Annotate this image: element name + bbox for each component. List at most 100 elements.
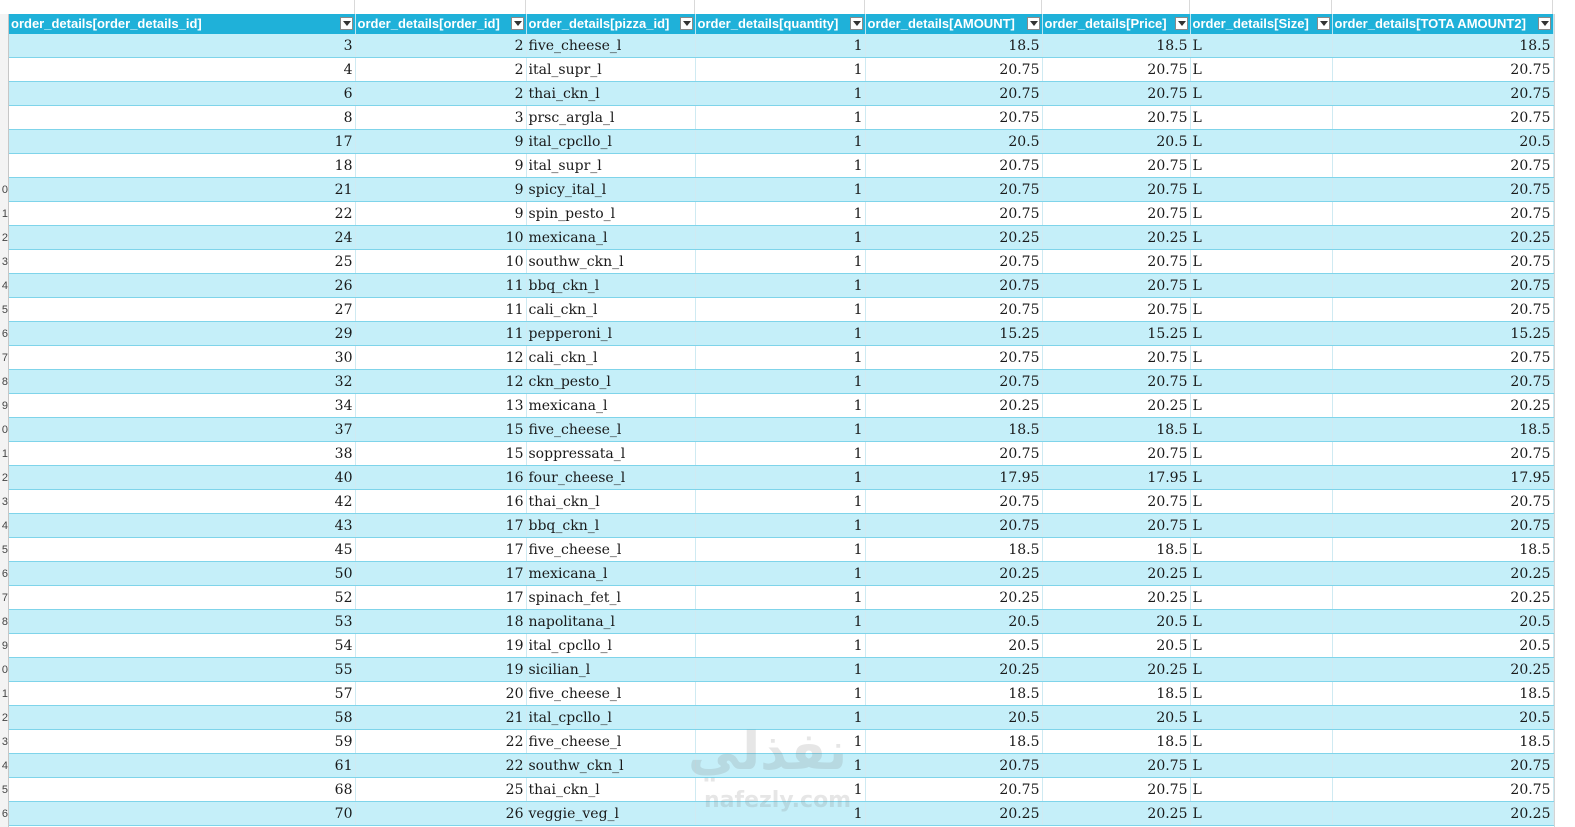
row-number[interactable]: 3 [0, 730, 8, 754]
cell-quantity[interactable]: 1 [695, 681, 866, 706]
cell-price[interactable]: 20.75 [1042, 249, 1191, 274]
cell-size[interactable]: L [1190, 777, 1333, 802]
cell-size[interactable]: L [1190, 321, 1333, 346]
cell-order-id[interactable]: 17 [355, 537, 527, 562]
row-number[interactable]: 5 [0, 778, 8, 802]
cell-price[interactable]: 20.75 [1042, 777, 1191, 802]
cell-order-id[interactable]: 15 [355, 441, 527, 466]
cell-size[interactable]: L [1190, 489, 1333, 514]
cell-size[interactable]: L [1190, 441, 1333, 466]
cell-quantity[interactable]: 1 [695, 249, 866, 274]
row-number[interactable]: 6 [0, 322, 8, 346]
cell-order-details-id[interactable]: 58 [9, 705, 356, 730]
cell-order-id[interactable]: 19 [355, 633, 527, 658]
cell-quantity[interactable]: 1 [695, 465, 866, 490]
cell-order-details-id[interactable]: 26 [9, 273, 356, 298]
cell-pizza-id[interactable]: bbq_ckn_l [526, 513, 696, 538]
cell-pizza-id[interactable]: five_cheese_l [526, 417, 696, 442]
cell-total-amount2[interactable]: 20.75 [1332, 249, 1554, 274]
cell-size[interactable]: L [1190, 393, 1333, 418]
cell-pizza-id[interactable]: ital_cpcllo_l [526, 129, 696, 154]
cell-total-amount2[interactable]: 18.5 [1332, 417, 1554, 442]
cell-pizza-id[interactable]: five_cheese_l [526, 537, 696, 562]
cell-order-id[interactable]: 19 [355, 657, 527, 682]
cell-order-id[interactable]: 22 [355, 753, 527, 778]
dropdown-arrow-icon[interactable] [1174, 17, 1188, 30]
cell-quantity[interactable]: 1 [695, 34, 866, 58]
row-number[interactable]: 0 [0, 418, 8, 442]
cell-total-amount2[interactable]: 20.25 [1332, 393, 1554, 418]
cell-total-amount2[interactable]: 18.5 [1332, 681, 1554, 706]
cell-amount[interactable]: 18.5 [865, 729, 1043, 754]
cell-total-amount2[interactable]: 20.75 [1332, 297, 1554, 322]
cell-amount[interactable]: 20.75 [865, 513, 1043, 538]
cell-price[interactable]: 20.75 [1042, 441, 1191, 466]
cell-price[interactable]: 20.5 [1042, 609, 1191, 634]
cell-price[interactable]: 20.25 [1042, 657, 1191, 682]
cell-order-details-id[interactable]: 70 [9, 801, 356, 826]
cell-quantity[interactable]: 1 [695, 105, 866, 130]
cell-amount[interactable]: 20.25 [865, 801, 1043, 826]
cell-order-details-id[interactable]: 34 [9, 393, 356, 418]
cell-size[interactable]: L [1190, 153, 1333, 178]
cell-size[interactable]: L [1190, 657, 1333, 682]
cell-size[interactable]: L [1190, 177, 1333, 202]
cell-order-details-id[interactable]: 61 [9, 753, 356, 778]
empty-column-area[interactable] [1554, 14, 1575, 827]
cell-size[interactable]: L [1190, 249, 1333, 274]
dropdown-arrow-icon[interactable] [849, 17, 863, 30]
cell-amount[interactable]: 20.25 [865, 585, 1043, 610]
cell-quantity[interactable]: 1 [695, 633, 866, 658]
cell-price[interactable]: 18.5 [1042, 417, 1191, 442]
cell-amount[interactable]: 20.75 [865, 753, 1043, 778]
column-header-order-details-id[interactable]: order_details[order_details_id] [9, 14, 356, 34]
cell-size[interactable]: L [1190, 369, 1333, 394]
cell-order-id[interactable]: 17 [355, 513, 527, 538]
row-number[interactable]: 4 [0, 274, 8, 298]
cell-price[interactable]: 20.75 [1042, 513, 1191, 538]
cell-amount[interactable]: 20.75 [865, 441, 1043, 466]
cell-order-details-id[interactable]: 42 [9, 489, 356, 514]
cell-price[interactable]: 20.75 [1042, 81, 1191, 106]
cell-order-details-id[interactable]: 45 [9, 537, 356, 562]
cell-order-id[interactable]: 9 [355, 153, 527, 178]
cell-total-amount2[interactable]: 20.75 [1332, 57, 1554, 82]
cell-quantity[interactable]: 1 [695, 657, 866, 682]
cell-size[interactable]: L [1190, 705, 1333, 730]
dropdown-arrow-icon[interactable] [1316, 17, 1330, 30]
row-number[interactable]: 7 [0, 346, 8, 370]
cell-quantity[interactable]: 1 [695, 417, 866, 442]
cell-quantity[interactable]: 1 [695, 81, 866, 106]
cell-order-details-id[interactable]: 43 [9, 513, 356, 538]
cell-order-id[interactable]: 17 [355, 561, 527, 586]
cell-amount[interactable]: 20.75 [865, 273, 1043, 298]
dropdown-arrow-icon[interactable] [679, 17, 693, 30]
row-number[interactable]: 4 [0, 754, 8, 778]
cell-order-id[interactable]: 16 [355, 489, 527, 514]
cell-amount[interactable]: 20.75 [865, 201, 1043, 226]
cell-pizza-id[interactable]: sicilian_l [526, 657, 696, 682]
cell-pizza-id[interactable]: mexicana_l [526, 225, 696, 250]
cell-price[interactable]: 20.75 [1042, 177, 1191, 202]
cell-price[interactable]: 20.25 [1042, 801, 1191, 826]
cell-total-amount2[interactable]: 20.75 [1332, 441, 1554, 466]
cell-price[interactable]: 20.25 [1042, 585, 1191, 610]
dropdown-arrow-icon[interactable] [1537, 17, 1551, 30]
cell-quantity[interactable]: 1 [695, 393, 866, 418]
row-number[interactable]: 8 [0, 370, 8, 394]
cell-amount[interactable]: 18.5 [865, 537, 1043, 562]
cell-quantity[interactable]: 1 [695, 273, 866, 298]
cell-order-details-id[interactable]: 4 [9, 57, 356, 82]
cell-total-amount2[interactable]: 20.75 [1332, 201, 1554, 226]
cell-total-amount2[interactable]: 20.75 [1332, 81, 1554, 106]
cell-amount[interactable]: 20.75 [865, 57, 1043, 82]
cell-total-amount2[interactable]: 20.75 [1332, 273, 1554, 298]
cell-price[interactable]: 20.75 [1042, 297, 1191, 322]
cell-amount[interactable]: 20.75 [865, 153, 1043, 178]
cell-quantity[interactable]: 1 [695, 321, 866, 346]
cell-order-id[interactable]: 10 [355, 225, 527, 250]
cell-order-id[interactable]: 20 [355, 681, 527, 706]
cell-total-amount2[interactable]: 20.75 [1332, 153, 1554, 178]
cell-quantity[interactable]: 1 [695, 705, 866, 730]
cell-order-details-id[interactable]: 68 [9, 777, 356, 802]
